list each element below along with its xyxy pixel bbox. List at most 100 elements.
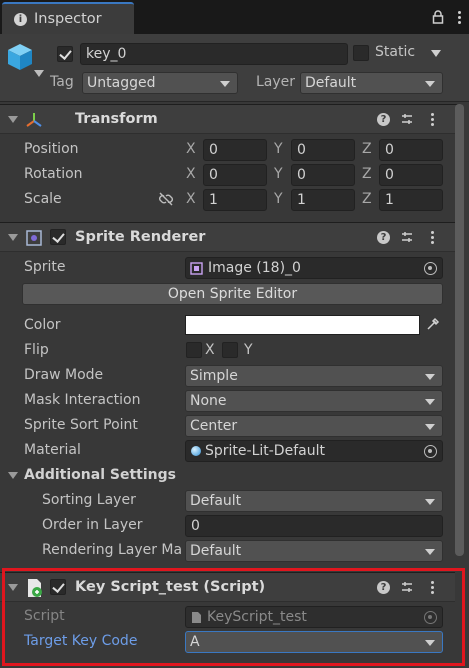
position-z-field[interactable]: 0 [379, 139, 443, 161]
rotation-x-label[interactable]: X [186, 166, 196, 182]
sprite-sort-point-label: Sprite Sort Point [24, 417, 138, 433]
icon-dropdown-icon[interactable] [34, 70, 44, 77]
position-z-label[interactable]: Z [362, 141, 372, 157]
rotation-y-field[interactable]: 0 [291, 164, 355, 186]
transform-title: Transform [75, 111, 158, 127]
target-key-code-label: Target Key Code [24, 633, 138, 649]
inspector-scrollbar[interactable] [455, 104, 464, 556]
target-key-code-dropdown[interactable]: A [185, 631, 443, 653]
tag-dropdown[interactable]: Untagged [82, 72, 238, 94]
tag-label: Tag [50, 74, 74, 90]
rotation-y-label[interactable]: Y [274, 166, 283, 182]
help-icon[interactable]: ? [377, 231, 390, 244]
scale-z-label[interactable]: Z [362, 191, 372, 207]
lock-icon[interactable] [432, 10, 444, 24]
draw-mode-dropdown[interactable]: Simple [185, 365, 443, 387]
transform-axes-icon [26, 113, 42, 127]
flip-y-checkbox[interactable] [222, 342, 238, 358]
rendering-layer-dropdown[interactable]: Default [185, 540, 443, 562]
sorting-layer-label: Sorting Layer [42, 492, 136, 508]
component-menu-icon[interactable] [431, 113, 434, 126]
object-picker-icon[interactable] [424, 445, 437, 458]
tab-inspector-label: Inspector [34, 11, 102, 27]
position-x-label[interactable]: X [186, 141, 196, 157]
flip-label: Flip [24, 342, 49, 358]
scale-z-field[interactable]: 1 [379, 189, 443, 211]
chevron-down-icon [425, 374, 435, 380]
open-sprite-editor-button[interactable]: Open Sprite Editor [22, 283, 443, 305]
material-object-field[interactable]: Sprite-Lit-Default [185, 440, 443, 462]
transform-header[interactable]: Transform ? [0, 104, 462, 134]
target-key-code-value: A [190, 634, 200, 650]
rotation-label: Rotation [24, 166, 83, 182]
gameobject-cube-icon [8, 44, 32, 70]
tab-inspector[interactable]: i Inspector [2, 2, 134, 34]
component-menu-icon[interactable] [431, 231, 434, 244]
foldout-icon[interactable] [8, 116, 18, 123]
rotation-z-field[interactable]: 0 [379, 164, 443, 186]
additional-settings-foldout-icon[interactable] [8, 472, 18, 479]
presets-icon[interactable] [400, 112, 414, 126]
position-label: Position [24, 141, 79, 157]
scale-x-field[interactable]: 1 [203, 189, 267, 211]
additional-settings-label[interactable]: Additional Settings [24, 467, 176, 483]
sprite-renderer-header[interactable]: Sprite Renderer ? [0, 222, 462, 252]
sprite-renderer-icon [26, 230, 42, 246]
scale-label: Scale [24, 191, 62, 207]
flip-x-checkbox[interactable] [186, 342, 202, 358]
chevron-down-icon [425, 640, 435, 646]
help-icon[interactable]: ? [377, 113, 390, 126]
eyedropper-icon[interactable] [425, 317, 440, 332]
mask-interaction-value: None [190, 393, 227, 409]
chevron-down-icon [425, 499, 435, 505]
key-script-header[interactable]: Key Script_test (Script) ? [0, 572, 455, 602]
scale-y-label[interactable]: Y [274, 191, 283, 207]
material-sphere-icon [191, 446, 201, 456]
mask-interaction-dropdown[interactable]: None [185, 390, 443, 412]
layer-dropdown[interactable]: Default [300, 72, 443, 94]
active-checkbox[interactable] [57, 46, 73, 62]
chevron-down-icon [425, 549, 435, 555]
rotation-x-field[interactable]: 0 [203, 164, 267, 186]
static-dropdown-icon[interactable] [431, 50, 441, 57]
position-x-field[interactable]: 0 [203, 139, 267, 161]
key-script-enabled-checkbox[interactable] [50, 579, 66, 595]
csharp-script-icon [28, 579, 42, 597]
help-icon[interactable]: ? [377, 581, 390, 594]
key-script-title: Key Script_test (Script) [75, 579, 266, 595]
sprite-sort-point-value: Center [190, 418, 238, 434]
position-y-field[interactable]: 0 [291, 139, 355, 161]
flip-y-label: Y [244, 342, 253, 358]
flip-x-label: X [205, 342, 215, 358]
info-icon: i [14, 13, 27, 26]
chevron-down-icon [425, 424, 435, 430]
sprite-renderer-enabled-checkbox[interactable] [50, 229, 66, 245]
rotation-z-label[interactable]: Z [362, 166, 372, 182]
component-menu-icon[interactable] [431, 581, 434, 594]
foldout-icon[interactable] [8, 584, 18, 591]
layer-label: Layer [256, 74, 296, 90]
static-checkbox[interactable] [353, 45, 369, 61]
draw-mode-value: Simple [190, 368, 238, 384]
material-label: Material [24, 442, 81, 458]
layer-value: Default [305, 75, 357, 91]
constrain-proportions-icon[interactable] [158, 192, 174, 206]
chevron-down-icon [425, 81, 435, 87]
object-picker-icon[interactable] [424, 262, 437, 275]
color-swatch[interactable] [185, 315, 420, 335]
tab-menu-icon[interactable] [458, 10, 461, 24]
position-y-label[interactable]: Y [274, 141, 283, 157]
scale-x-label[interactable]: X [186, 191, 196, 207]
scale-y-field[interactable]: 1 [291, 189, 355, 211]
sorting-layer-dropdown[interactable]: Default [185, 490, 443, 512]
object-name-field[interactable]: key_0 [80, 43, 348, 65]
sprite-sort-point-dropdown[interactable]: Center [185, 415, 443, 437]
sprite-object-field[interactable]: Image (18)_0 [185, 257, 443, 279]
presets-icon[interactable] [400, 230, 414, 244]
sorting-layer-value: Default [190, 493, 242, 509]
presets-icon[interactable] [400, 580, 414, 594]
sprite-value: Image (18)_0 [208, 260, 301, 276]
foldout-icon[interactable] [8, 234, 18, 241]
order-in-layer-field[interactable]: 0 [185, 515, 443, 537]
script-value: KeyScript_test [207, 609, 307, 625]
